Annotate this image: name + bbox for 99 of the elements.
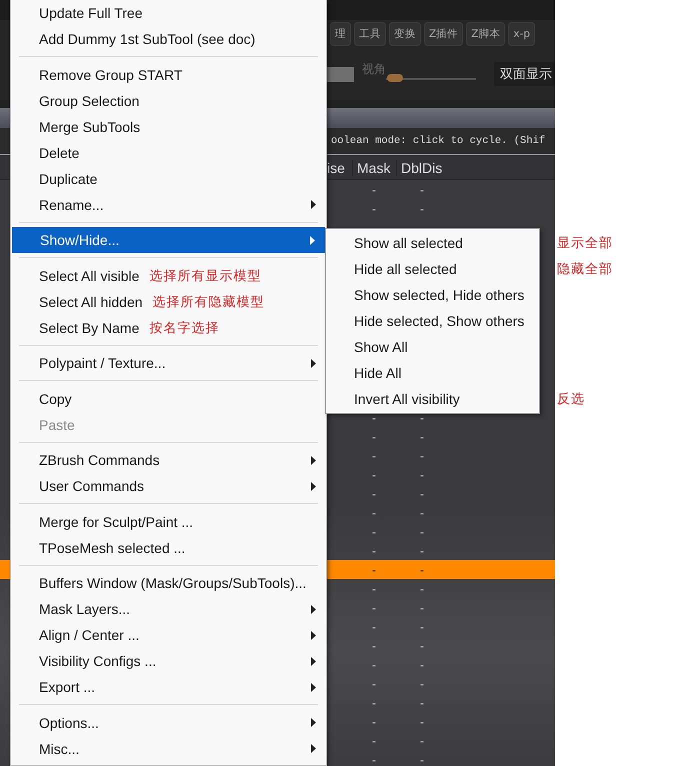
- table-cell-text: -: [419, 582, 425, 596]
- menu-item[interactable]: Add Dummy 1st SubTool (see doc): [11, 26, 326, 52]
- menu-tab[interactable]: 理: [330, 22, 351, 46]
- annotation-note: 反选: [557, 390, 585, 408]
- slider-label: 视角: [362, 61, 386, 78]
- table-cell-text: -: [371, 562, 377, 576]
- menu-item[interactable]: Show All: [326, 334, 539, 360]
- menu-item[interactable]: Misc...: [11, 736, 326, 762]
- table-cell-text: -: [371, 600, 377, 614]
- menu-item[interactable]: Select By Name: [11, 314, 150, 340]
- submenu-arrow-icon: [311, 656, 316, 666]
- table-cell-text: -: [419, 638, 425, 652]
- menu-item[interactable]: Merge for Sculpt/Paint ...: [11, 508, 326, 534]
- table-cell-text: -: [419, 486, 425, 500]
- column-header: DblDis: [396, 160, 448, 176]
- table-cell-text: -: [419, 524, 425, 538]
- table-cell-text: -: [371, 752, 377, 766]
- menu-item[interactable]: Polypaint / Texture...: [11, 350, 326, 376]
- menu-item[interactable]: Mask Layers...: [11, 596, 326, 622]
- menu-item[interactable]: Select All hidden: [11, 288, 153, 314]
- table-cell-text: -: [371, 582, 377, 596]
- table-cell-text: -: [419, 506, 425, 520]
- table-cell-text: -: [371, 506, 377, 520]
- annotation-note: 选择所有显示模型: [149, 266, 262, 284]
- table-cell-text: -: [371, 448, 377, 462]
- submenu-arrow-icon: [311, 200, 316, 209]
- submenu-arrow-icon: [311, 630, 316, 640]
- submenu-arrow-icon: [311, 744, 316, 753]
- menu-item[interactable]: Group Selection: [11, 88, 326, 114]
- menu-item[interactable]: Remove Group START: [11, 62, 326, 88]
- table-cell-text: -: [419, 562, 425, 576]
- table-cell-text: -: [371, 430, 377, 444]
- annotation-note: 按名字选择: [149, 318, 220, 336]
- annotation-note: 选择所有隐藏模型: [152, 292, 265, 310]
- table-cell-text: -: [419, 676, 425, 690]
- table-cell-text: -: [371, 182, 377, 196]
- display-mode-dropdown[interactable]: 双面显示: [494, 62, 555, 86]
- menu-tab[interactable]: Z脚本: [466, 22, 506, 46]
- menu-item[interactable]: Hide all selected: [326, 256, 539, 282]
- table-cell-text: -: [419, 202, 425, 216]
- table-cell-text: -: [371, 544, 377, 558]
- annotation-note: 显示全部: [557, 234, 613, 252]
- menu-item[interactable]: Show/Hide...: [12, 227, 325, 253]
- menu-item[interactable]: Show all selected: [326, 230, 539, 256]
- table-cell-text: -: [419, 182, 425, 196]
- menu-item[interactable]: Visibility Configs ...: [11, 648, 326, 674]
- menu-item[interactable]: Copy: [11, 386, 326, 412]
- menu-item[interactable]: ZBrush Commands: [11, 447, 326, 473]
- table-cell-text: -: [371, 620, 377, 634]
- table-cell-text: -: [419, 410, 425, 424]
- table-cell-text: -: [419, 714, 425, 728]
- submenu-arrow-icon: [311, 456, 316, 464]
- table-cell-text: -: [419, 620, 425, 634]
- table-cell-text: -: [371, 676, 377, 690]
- table-cell-text: -: [419, 430, 425, 444]
- menu-tab[interactable]: x-p: [508, 22, 536, 46]
- menu-item[interactable]: Hide All: [326, 360, 539, 386]
- table-cell-text: -: [371, 734, 377, 748]
- submenu-arrow-icon: [311, 358, 316, 368]
- menu-item[interactable]: Invert All visibility: [326, 386, 539, 412]
- menu-item[interactable]: Buffers Window (Mask/Groups/SubTools)...: [11, 570, 326, 596]
- table-cell-text: -: [371, 696, 377, 710]
- menu-item[interactable]: Rename...: [11, 192, 326, 218]
- table-cell-text: -: [419, 734, 425, 748]
- menu-tab[interactable]: 变换: [389, 22, 421, 46]
- table-cell-text: -: [371, 410, 377, 424]
- table-cell-text: -: [419, 468, 425, 482]
- menu-item[interactable]: User Commands: [11, 473, 326, 499]
- table-cell-text: -: [371, 524, 377, 538]
- menu-item[interactable]: Update Full Tree: [11, 0, 326, 26]
- annotation-note: 隐藏全部: [557, 260, 613, 278]
- submenu-arrow-icon: [311, 718, 316, 727]
- table-cell-text: -: [419, 448, 425, 462]
- table-cell-text: -: [419, 600, 425, 614]
- menu-item[interactable]: Hide selected, Show others: [326, 308, 539, 334]
- menu-tab[interactable]: 工具: [354, 22, 386, 46]
- menu-tab[interactable]: Z插件: [424, 22, 464, 46]
- table-cell-text: -: [419, 696, 425, 710]
- table-cell-text: -: [371, 468, 377, 482]
- slider-thumb[interactable]: [387, 74, 403, 82]
- table-cell-text: -: [419, 752, 425, 766]
- table-cell-text: -: [371, 638, 377, 652]
- table-cell-text: -: [371, 202, 377, 216]
- submenu-arrow-icon: [311, 482, 316, 490]
- table-cell-text: -: [371, 714, 377, 728]
- table-cell-text: -: [419, 544, 425, 558]
- table-cell-text: -: [371, 486, 377, 500]
- menu-item[interactable]: Select All visible: [11, 262, 150, 288]
- submenu-arrow-icon: [311, 682, 316, 692]
- menu-item[interactable]: TPoseMesh selected ...: [11, 534, 326, 560]
- table-cell-text: -: [371, 658, 377, 672]
- submenu-arrow-icon: [311, 604, 316, 614]
- menu-item[interactable]: Align / Center ...: [11, 622, 326, 648]
- column-header: Mask: [352, 160, 396, 176]
- menu-item[interactable]: Export ...: [11, 674, 326, 700]
- menu-item[interactable]: Options...: [11, 710, 326, 736]
- submenu-arrow-icon: [310, 236, 315, 244]
- menu-item[interactable]: Show selected, Hide others: [326, 282, 539, 308]
- table-cell-text: -: [419, 658, 425, 672]
